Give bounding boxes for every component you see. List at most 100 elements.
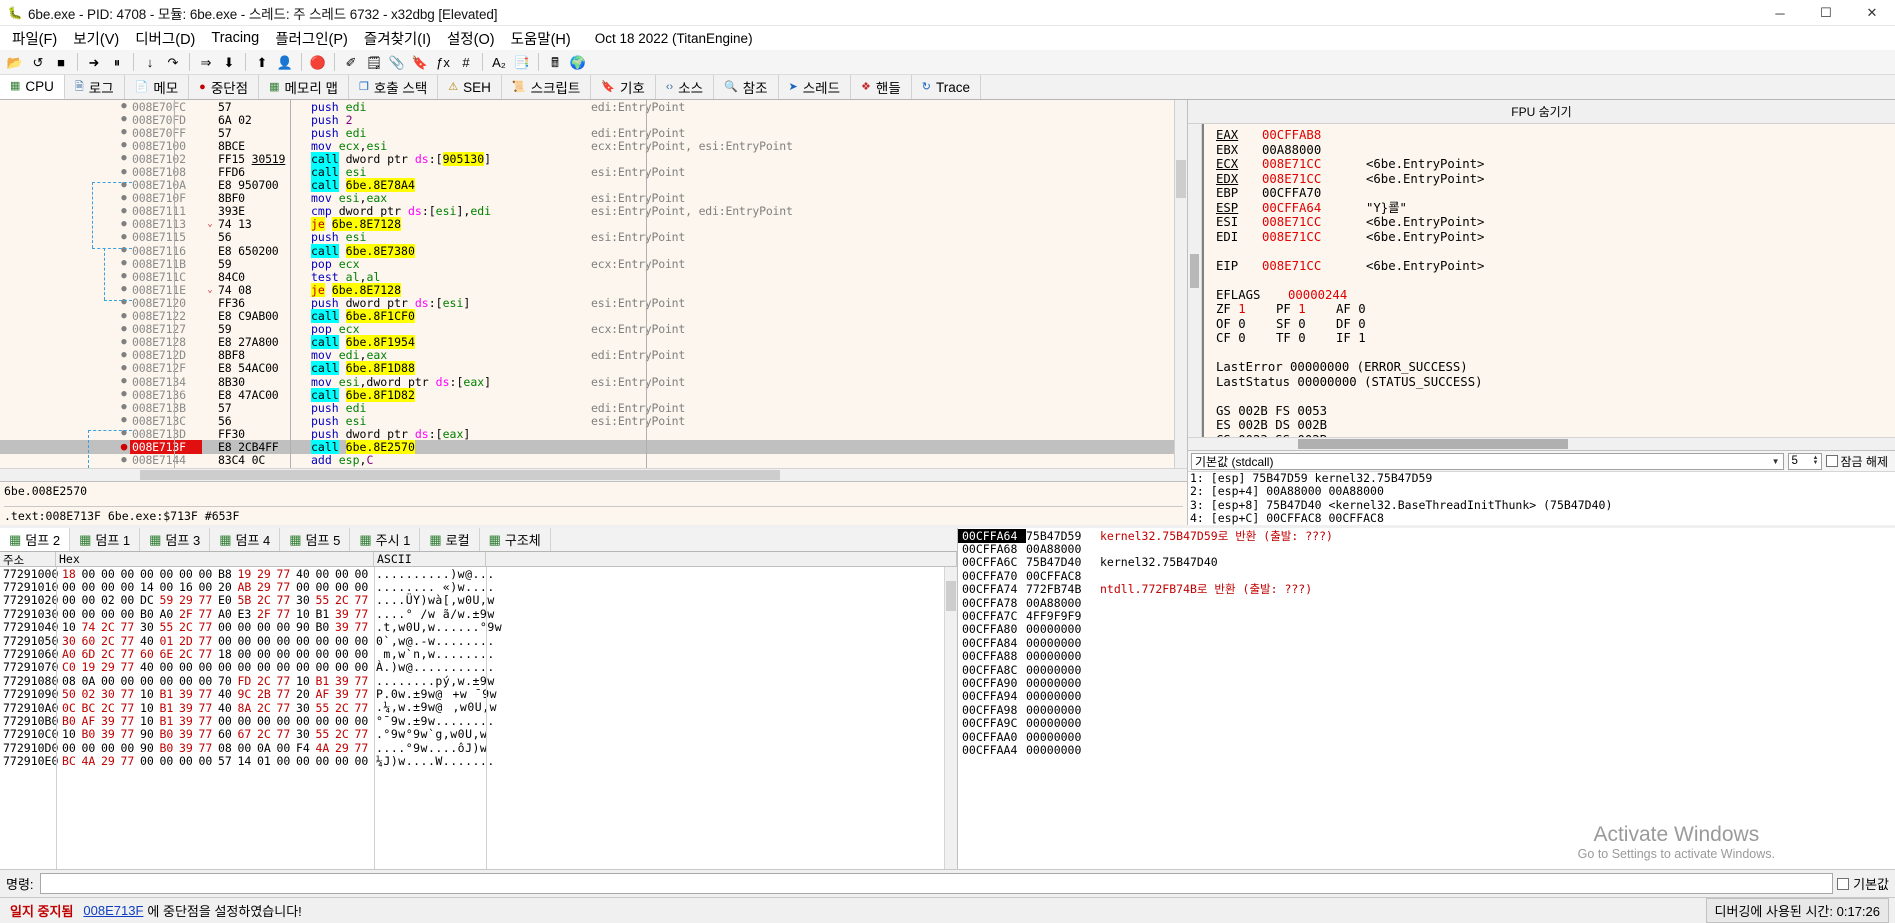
disassembly-row[interactable]: ● 008E710A E8 950700 call 6be.8E78A4 (0, 178, 1187, 193)
stack-row[interactable]: 00CFFA64 75B47D59 kernel32.75B47D59로 반환 … (958, 528, 1895, 543)
bullet-icon[interactable]: ● (118, 455, 130, 465)
disassembly-row[interactable]: ● 008E70FF 57 push edi edi:EntryPoint (0, 126, 1187, 140)
disassembly-row[interactable]: ● 008E7100 8BCE mov ecx,esi ecx:EntryPoi… (0, 139, 1187, 153)
bullet-icon[interactable]: ● (118, 128, 130, 137)
menu-item-file[interactable]: 파일(F) (4, 26, 65, 51)
command-default-checkbox[interactable] (1837, 877, 1850, 890)
bullet-icon[interactable]: ● (118, 154, 130, 163)
globe-icon[interactable]: 🌍 (567, 52, 589, 73)
bullet-icon[interactable]: ● (118, 206, 130, 216)
arguments-list[interactable]: 1: [esp] 75B47D59 kernel32.75B47D59 2: [… (1188, 472, 1895, 525)
tab-CPU[interactable]: ▦ CPU (0, 75, 65, 99)
tab-Trace[interactable]: ↻ Trace (911, 75, 981, 99)
tab-메모[interactable]: 📄 메모 (124, 75, 190, 99)
disassembly-row[interactable]: ● 008E7127 59 pop ecx ecx:EntryPoint (0, 322, 1187, 336)
disassembly-row[interactable]: ● 008E712F E8 54AC00 call 6be.8F1D88 (0, 361, 1187, 376)
bullet-icon[interactable]: ● (118, 311, 130, 321)
scrollbar-thumb[interactable] (1298, 439, 1568, 449)
disassembly-hscrollbar[interactable] (0, 468, 1187, 481)
stack-list[interactable]: 00CFFA64 75B47D59 kernel32.75B47D59로 반환 … (958, 528, 1895, 869)
bullet-icon[interactable]: ● (118, 259, 130, 268)
disassembly-row[interactable]: ● 008E7116 E8 650200 call 6be.8E7380 (0, 243, 1187, 258)
stack-row[interactable]: 00CFFA90 00000000 (958, 676, 1895, 690)
disassembly-row[interactable]: ● 008E7115 56 push esi esi:EntryPoint (0, 230, 1187, 244)
dump-tab-덤프-4[interactable]: ▦ 덤프 4 (210, 528, 281, 551)
tab-참조[interactable]: 🔍 참조 (714, 75, 779, 99)
step-out-icon[interactable]: ⇒ (195, 52, 217, 73)
stack-row[interactable]: 00CFFA98 00000000 (958, 703, 1895, 717)
flag-tf[interactable]: TF 0 (1276, 331, 1336, 346)
dump-row[interactable]: 77291000 18 00 00 00 00 00 00 00 B8 19 29 77 40 00 00 0… (0, 567, 957, 581)
pause-icon[interactable]: ⏸ (106, 52, 128, 73)
register-row[interactable]: EBX 00A88000 (1216, 143, 1895, 158)
disassembly-row[interactable]: ● 008E7134 8B30 mov esi,dword ptr ds:[ea… (0, 375, 1187, 389)
bullet-icon[interactable]: ● (118, 232, 130, 242)
flag-of[interactable]: OF 0 (1216, 317, 1276, 332)
menu-item-options[interactable]: 설정(O) (439, 26, 503, 51)
execute-till-return-icon[interactable]: ⬆ (251, 52, 273, 73)
stack-row[interactable]: 00CFFA80 00000000 (958, 622, 1895, 636)
stepper-arrows-icon[interactable]: ▲ ▼ (1813, 455, 1821, 466)
bullet-icon[interactable]: ● (118, 403, 130, 412)
bullet-icon[interactable]: ● (118, 377, 130, 386)
argument-row[interactable]: 4: [esp+C] 00CFFAC8 00CFFAC8 (1190, 511, 1895, 525)
disassembly-row[interactable]: ● 008E713D FF30 push dword ptr ds:[eax] (0, 427, 1187, 441)
scrollbar-thumb[interactable] (140, 470, 780, 480)
stack-row[interactable]: 00CFFA94 00000000 (958, 689, 1895, 703)
hash-icon[interactable]: # (455, 52, 477, 73)
register-value[interactable]: 008E71CC (1262, 172, 1366, 187)
register-row-eip[interactable]: EIP 008E71CC <6be.EntryPoint> (1216, 259, 1895, 274)
bullet-icon[interactable]: ● (118, 390, 130, 399)
dump-tab-덤프-5[interactable]: ▦ 덤프 5 (280, 528, 351, 551)
eflags-row[interactable]: EFLAGS 00000244 (1216, 288, 1895, 303)
minimize-button[interactable]: ─ (1757, 0, 1803, 26)
bullet-icon[interactable]: ● (118, 324, 130, 334)
register-row[interactable]: ECX 008E71CC <6be.EntryPoint> (1216, 157, 1895, 172)
disassembly-row[interactable]: ● 008E7108 FFD6 call esi esi:EntryPoint (0, 165, 1187, 180)
register-row[interactable]: EAX 00CFFAB8 (1216, 128, 1895, 143)
tab-소스[interactable]: ‹› 소스 (655, 75, 714, 99)
restart-icon[interactable]: ↺ (27, 52, 49, 73)
argument-count-stepper[interactable]: 5 ▲ ▼ (1787, 452, 1822, 470)
disassembly-row[interactable]: ● 008E70FC 57 push edi edi:EntryPoint (0, 100, 1187, 114)
scrollbar-thumb[interactable] (1176, 160, 1186, 198)
run-to-icon[interactable]: ⬇ (218, 52, 240, 73)
register-row[interactable]: EDI 008E71CC <6be.EntryPoint> (1216, 230, 1895, 245)
stop-icon[interactable]: ■ (50, 52, 72, 73)
dump-row[interactable]: 772910B0 B0 AF 39 77 10 B1 39 77 00 00 00 00 00 00 00 0… (0, 714, 957, 728)
run-icon[interactable]: ➜ (83, 52, 105, 73)
register-value[interactable]: 00CFFA64 (1262, 201, 1366, 216)
disassembly-row[interactable]: ● 008E713B 57 push edi edi:EntryPoint (0, 401, 1187, 415)
disassembly-list[interactable]: ● 008E70FC 57 push edi edi:EntryPoint ● … (0, 100, 1187, 468)
disassembly-row[interactable]: ● 008E711C 84C0 test al,al (0, 270, 1187, 284)
maximize-button[interactable]: ☐ (1803, 0, 1849, 26)
stack-row[interactable]: 00CFFA7C 4FF9F9F9 (958, 609, 1895, 623)
dump-col-hex[interactable]: Hex (56, 552, 374, 566)
bullet-icon[interactable]: ● (118, 416, 130, 425)
dump-row[interactable]: 77291020 00 00 02 00 DC 59 29 77 E0 5B 2C 77 30 55 2C 7… (0, 593, 957, 607)
breakpoint-icon[interactable]: ● (118, 441, 130, 452)
register-value[interactable]: 00CFFA70 (1262, 186, 1366, 201)
eflags-value[interactable]: 00000244 (1288, 288, 1392, 303)
flag-pf[interactable]: PF 1 (1276, 302, 1336, 317)
dump-row[interactable]: 77291070 C0 19 29 77 40 00 00 00 00 00 00 00 00 00 00 0… (0, 660, 957, 674)
tab-기호[interactable]: 🔖 기호 (591, 75, 656, 99)
dump-tab-구조체[interactable]: ▦ 구조체 (480, 528, 551, 551)
stack-row[interactable]: 00CFFA8C 00000000 (958, 663, 1895, 677)
stack-row[interactable]: 00CFFA74 772FB74B ntdll.772FB74B로 반환 (출발… (958, 582, 1895, 596)
tab-로그[interactable]: 🗎 로그 (64, 75, 125, 99)
tab-중단점[interactable]: ● 중단점 (189, 75, 260, 99)
disassembly-row[interactable]: ● 008E711B 59 pop ecx ecx:EntryPoint (0, 257, 1187, 271)
flag-zf[interactable]: ZF 1 (1216, 302, 1276, 317)
bookmark-icon[interactable]: 🔖 (409, 52, 431, 73)
registers-hscrollbar[interactable] (1188, 437, 1895, 450)
argument-row[interactable]: 1: [esp] 75B47D59 kernel32.75B47D59 (1190, 472, 1895, 485)
flag-cf[interactable]: CF 0 (1216, 331, 1276, 346)
stack-row[interactable]: 00CFFAA0 00000000 (958, 730, 1895, 744)
lock-checkbox[interactable] (1825, 455, 1838, 467)
bullet-icon[interactable]: ● (118, 337, 130, 347)
tab-스레드[interactable]: ➤ 스레드 (778, 75, 852, 99)
register-value[interactable]: 008E71CC (1262, 259, 1366, 274)
flag-df[interactable]: DF 0 (1336, 317, 1396, 332)
stack-row[interactable]: 00CFFA88 00000000 (958, 649, 1895, 663)
